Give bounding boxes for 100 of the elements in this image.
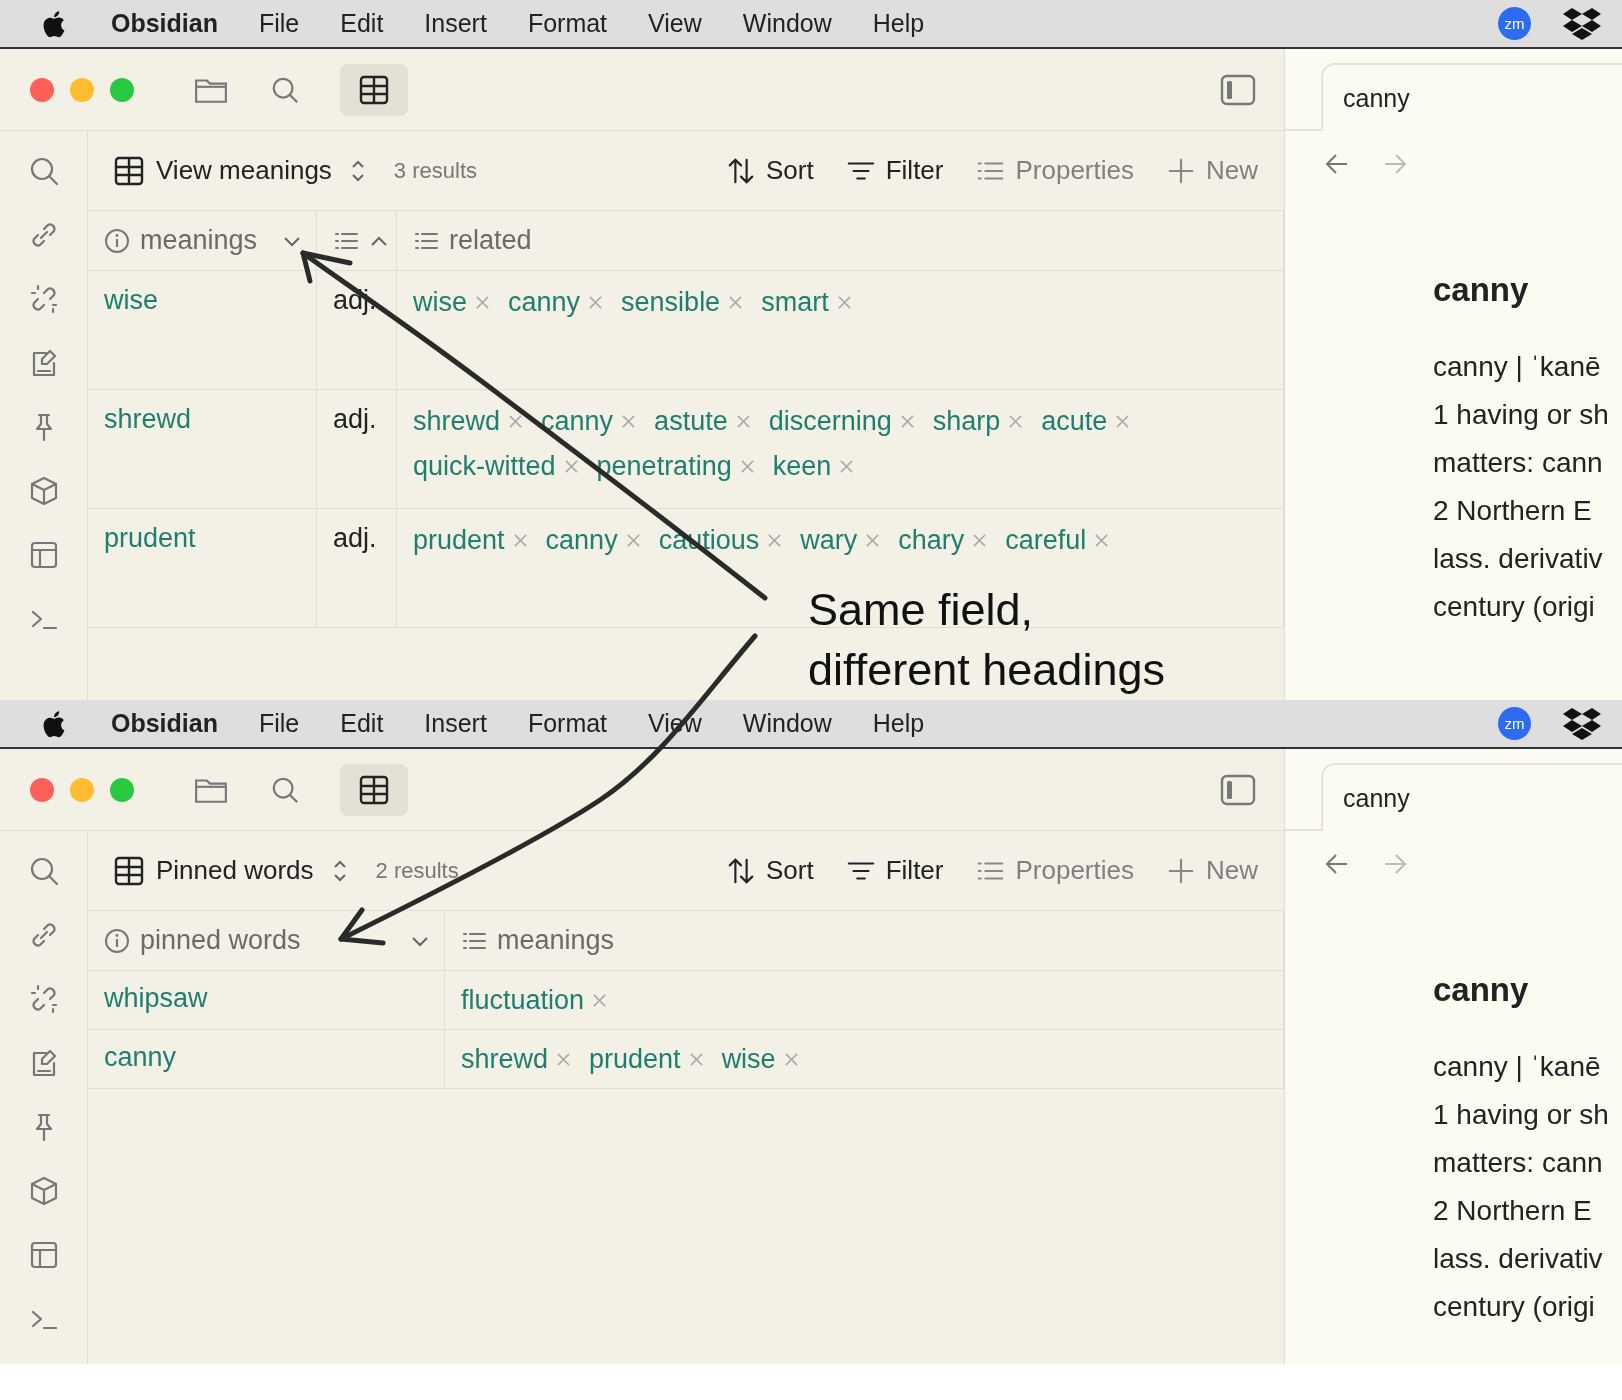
list-value[interactable]: canny	[541, 406, 614, 437]
sort-button[interactable]: Sort	[726, 155, 814, 186]
list-value[interactable]: shrewd	[413, 406, 501, 437]
list-value[interactable]: smart	[761, 287, 829, 318]
back-arrow-icon[interactable]	[1325, 853, 1349, 875]
view-selector[interactable]: Pinned words	[156, 855, 314, 886]
list-value[interactable]: careful	[1005, 525, 1087, 556]
note-link[interactable]: wise	[104, 285, 158, 315]
remove-icon[interactable]	[865, 533, 881, 548]
remove-icon[interactable]	[735, 414, 751, 429]
close-button[interactable]	[30, 777, 54, 802]
remove-icon[interactable]	[475, 295, 490, 310]
zoom-tray-icon[interactable]: zm	[1498, 7, 1531, 40]
column-header[interactable]: related	[449, 225, 532, 256]
remove-icon[interactable]	[512, 533, 528, 548]
remove-icon[interactable]	[508, 414, 524, 429]
list-value[interactable]: shrewd	[461, 1044, 549, 1075]
properties-button[interactable]: Properties	[975, 855, 1134, 886]
list-value[interactable]: quick-witted	[413, 451, 556, 482]
list-value[interactable]: wise	[413, 287, 467, 318]
note-text-line: canny | ˈkanē	[1433, 350, 1602, 384]
list-value[interactable]: prudent	[413, 525, 505, 556]
list-value[interactable]: wary	[800, 525, 858, 556]
remove-icon[interactable]	[592, 993, 608, 1008]
list-value[interactable]: wise	[721, 1044, 776, 1075]
sidebar-toggle-icon[interactable]	[1220, 73, 1256, 106]
remove-icon[interactable]	[563, 459, 579, 474]
filter-button[interactable]: Filter	[845, 155, 944, 186]
list-value[interactable]: canny	[508, 287, 581, 318]
column-header[interactable]: meanings	[140, 225, 258, 256]
menu-item[interactable]: Window	[742, 9, 832, 38]
remove-icon[interactable]	[899, 414, 915, 429]
menu-app-name[interactable]: Obsidian	[111, 709, 218, 738]
list-value[interactable]: keen	[772, 451, 832, 482]
column-header[interactable]: pinned words	[140, 925, 301, 956]
sort-arrows-icon[interactable]	[726, 855, 756, 886]
list-value[interactable]: chary	[898, 525, 965, 556]
menu-item[interactable]: View	[648, 9, 702, 38]
note-tab[interactable]: canny	[1321, 763, 1622, 831]
menu-item[interactable]: File	[258, 9, 300, 38]
menu-item[interactable]: Format	[527, 9, 608, 38]
dropbox-icon[interactable]	[1562, 6, 1602, 41]
sidebar-toggle-icon[interactable]	[1220, 773, 1256, 806]
note-tab[interactable]: canny	[1321, 63, 1622, 131]
menu-item[interactable]: Insert	[424, 9, 487, 38]
table-icon	[114, 855, 144, 886]
list-value[interactable]: discerning	[768, 406, 892, 437]
remove-icon[interactable]	[767, 533, 783, 548]
table-icon[interactable]	[359, 74, 389, 105]
remove-icon[interactable]	[688, 1052, 704, 1067]
annotation-text: Same field,	[808, 583, 1035, 637]
menu-app-name[interactable]: Obsidian	[111, 9, 218, 38]
remove-icon[interactable]	[836, 295, 852, 310]
list-value[interactable]: sensible	[621, 287, 721, 318]
remove-icon[interactable]	[783, 1052, 799, 1067]
sort-button[interactable]: Sort	[726, 855, 814, 886]
note-link[interactable]: prudent	[104, 523, 196, 553]
menu-item[interactable]: Help	[872, 9, 925, 38]
list-value[interactable]: fluctuation	[461, 985, 585, 1016]
list-value[interactable]: sharp	[932, 406, 1001, 437]
menu-item[interactable]: File	[258, 709, 300, 738]
back-arrow-icon[interactable]	[1325, 153, 1349, 175]
remove-icon[interactable]	[839, 459, 855, 474]
view-selector[interactable]: View meanings	[156, 155, 332, 186]
list-value[interactable]: astute	[654, 406, 728, 437]
new-button[interactable]: New	[1166, 155, 1258, 186]
remove-icon[interactable]	[588, 295, 604, 310]
sort-arrows-icon[interactable]	[726, 155, 756, 186]
zoom-tray-icon[interactable]: zm	[1498, 707, 1531, 740]
note-link[interactable]: shrewd	[104, 404, 192, 434]
properties-button[interactable]: Properties	[975, 155, 1134, 186]
filter-button[interactable]: Filter	[845, 855, 944, 886]
remove-icon[interactable]	[625, 533, 641, 548]
menu-item[interactable]: Insert	[424, 709, 487, 738]
menu-item[interactable]: Help	[872, 709, 925, 738]
table-icon[interactable]	[359, 774, 389, 805]
remove-icon[interactable]	[739, 459, 755, 474]
column-header[interactable]: meanings	[497, 925, 615, 956]
note-link[interactable]: whipsaw	[104, 983, 208, 1013]
menu-item[interactable]: Edit	[340, 709, 384, 738]
menu-item[interactable]: Edit	[340, 9, 384, 38]
menu-item[interactable]: Window	[742, 709, 832, 738]
remove-icon[interactable]	[556, 1052, 572, 1067]
dropbox-icon[interactable]	[1562, 706, 1602, 741]
remove-icon[interactable]	[1008, 414, 1024, 429]
list-value[interactable]: acute	[1041, 406, 1108, 437]
table-view-button[interactable]	[340, 763, 408, 816]
remove-icon[interactable]	[728, 295, 744, 310]
new-button[interactable]: New	[1166, 855, 1258, 886]
remove-icon[interactable]	[1115, 414, 1131, 429]
close-button[interactable]	[30, 77, 54, 102]
remove-icon[interactable]	[621, 414, 637, 429]
table-view-button[interactable]	[340, 63, 408, 116]
note-link[interactable]: canny	[104, 1042, 177, 1072]
list-value[interactable]: penetrating	[596, 451, 732, 482]
remove-icon[interactable]	[972, 533, 988, 548]
list-value[interactable]: prudent	[589, 1044, 681, 1075]
menu-item[interactable]: Format	[527, 709, 608, 738]
list-value[interactable]: canny	[545, 525, 618, 556]
remove-icon[interactable]	[1094, 533, 1110, 548]
